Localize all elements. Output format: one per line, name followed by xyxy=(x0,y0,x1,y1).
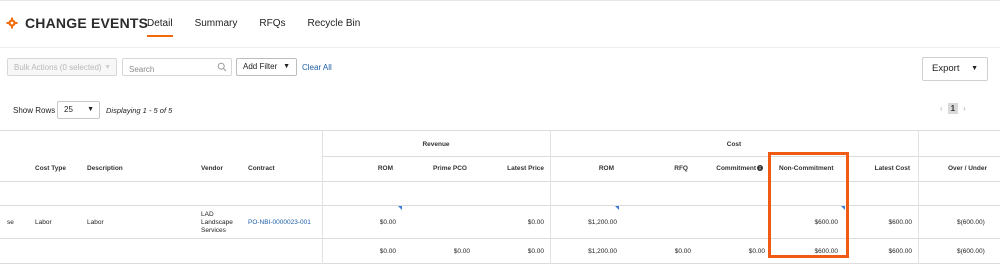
tab-summary[interactable]: Summary xyxy=(195,18,238,37)
total-over-under: $(600.00) xyxy=(957,248,985,255)
col-header-description[interactable]: Description xyxy=(87,165,123,172)
commitment-header-label: Commitment xyxy=(716,165,756,172)
total-commitment: $0.00 xyxy=(748,248,765,255)
tab-recycle-bin[interactable]: Recycle Bin xyxy=(307,18,360,37)
col-header-over-under[interactable]: Over / Under xyxy=(930,165,987,172)
cell-revenue-rom[interactable]: $0.00 xyxy=(330,219,396,226)
grid-line xyxy=(0,205,1000,206)
col-header-rfq[interactable]: RFQ xyxy=(640,165,688,172)
grid-line xyxy=(0,238,1000,239)
cell-contract-link[interactable]: PO-NBI-0000023-001 xyxy=(248,219,311,226)
col-header-latest-cost[interactable]: Latest Cost xyxy=(850,165,910,172)
total-revenue-rom: $0.00 xyxy=(379,248,396,255)
chevron-down-icon: ▼ xyxy=(87,106,94,113)
group-header-revenue: Revenue xyxy=(422,141,450,148)
cell-vendor-line-1: LAD xyxy=(201,211,214,218)
cell-cost-type: Labor xyxy=(35,219,52,226)
edit-marker-icon[interactable] xyxy=(398,206,402,210)
col-header-vendor[interactable]: Vendor xyxy=(201,165,223,172)
total-prime-pco: $0.00 xyxy=(453,248,470,255)
grid-line xyxy=(322,130,323,264)
total-latest-cost: $600.00 xyxy=(888,248,913,255)
grid-line xyxy=(0,130,1000,131)
clear-all-link[interactable]: Clear All xyxy=(302,63,332,72)
export-label: Export xyxy=(932,63,960,74)
cell-description: Labor xyxy=(87,219,104,226)
header-divider xyxy=(0,47,1000,48)
total-cost-rom: $1,200.00 xyxy=(588,248,617,255)
search-input[interactable] xyxy=(127,61,219,78)
total-latest-price: $0.00 xyxy=(527,248,544,255)
col-header-cost-type[interactable]: Cost Type xyxy=(35,165,66,172)
grid-line xyxy=(918,130,919,264)
change-events-grid xyxy=(0,130,1000,264)
search-box xyxy=(122,58,232,78)
bulk-actions-select[interactable]: Bulk Actions (0 selected) ▼ xyxy=(7,58,117,76)
tab-detail[interactable]: Detail xyxy=(147,18,173,37)
chevron-down-icon: ▼ xyxy=(104,64,111,71)
cell-latest-price: $0.00 xyxy=(527,219,544,226)
cell-vendor-line-3: Services xyxy=(201,227,226,234)
tab-rfqs[interactable]: RFQs xyxy=(259,18,285,37)
col-header-contract[interactable]: Contract xyxy=(248,165,275,172)
grid-line xyxy=(550,130,551,264)
add-filter-label: Add Filter xyxy=(243,62,278,71)
prev-page-icon[interactable]: ‹ xyxy=(940,104,943,113)
next-page-icon[interactable]: › xyxy=(963,104,966,113)
page-title: CHANGE EVENTS xyxy=(25,15,149,31)
change-events-page: CHANGE EVENTS Detail Summary RFQs Recycl… xyxy=(0,0,1000,264)
add-filter-button[interactable]: Add Filter ▼ xyxy=(236,58,297,76)
rows-per-page-select[interactable]: 25 ▼ xyxy=(57,101,100,119)
cell-cost-rom[interactable]: $1,200.00 xyxy=(556,219,617,226)
grid-line xyxy=(0,181,1000,182)
pager: ‹ 1 › xyxy=(940,103,966,114)
col-header-latest-price[interactable]: Latest Price xyxy=(474,165,544,172)
chevron-down-icon: ▼ xyxy=(283,63,290,70)
edit-marker-icon[interactable] xyxy=(841,206,845,210)
col-header-cost-rom[interactable]: ROM xyxy=(556,165,614,172)
cell-non-commitment[interactable]: $600.00 xyxy=(780,219,839,226)
export-button[interactable]: Export ▼ xyxy=(922,57,988,81)
grid-line xyxy=(322,156,1000,157)
gear-icon xyxy=(6,17,18,29)
total-non-commitment: $600.00 xyxy=(814,248,839,255)
total-rfq: $0.00 xyxy=(674,248,691,255)
group-header-cost: Cost xyxy=(726,141,742,148)
displaying-count: Displaying 1 - 5 of 5 xyxy=(106,106,173,115)
cell-latest-cost: $600.00 xyxy=(888,219,913,226)
tab-bar: Detail Summary RFQs Recycle Bin xyxy=(147,18,382,37)
col-header-prime-pco[interactable]: Prime PCO xyxy=(400,165,467,172)
rows-per-page-value: 25 xyxy=(64,105,73,114)
top-border xyxy=(0,0,1000,1)
info-icon[interactable] xyxy=(757,165,763,171)
col-header-revenue-rom[interactable]: ROM xyxy=(330,165,393,172)
show-rows-label: Show Rows xyxy=(13,106,56,115)
cell-partial-text: se xyxy=(7,219,14,226)
bulk-actions-label: Bulk Actions (0 selected) xyxy=(14,63,102,72)
chevron-down-icon: ▼ xyxy=(971,65,978,72)
cell-vendor-line-2: Landscape xyxy=(201,219,233,226)
col-header-non-commitment[interactable]: Non-Commitment xyxy=(779,165,834,172)
search-icon[interactable] xyxy=(217,62,227,72)
current-page[interactable]: 1 xyxy=(947,103,959,114)
col-header-commitment[interactable]: Commitment xyxy=(696,165,763,172)
cell-over-under: $(600.00) xyxy=(957,219,985,226)
edit-marker-icon[interactable] xyxy=(615,206,619,210)
